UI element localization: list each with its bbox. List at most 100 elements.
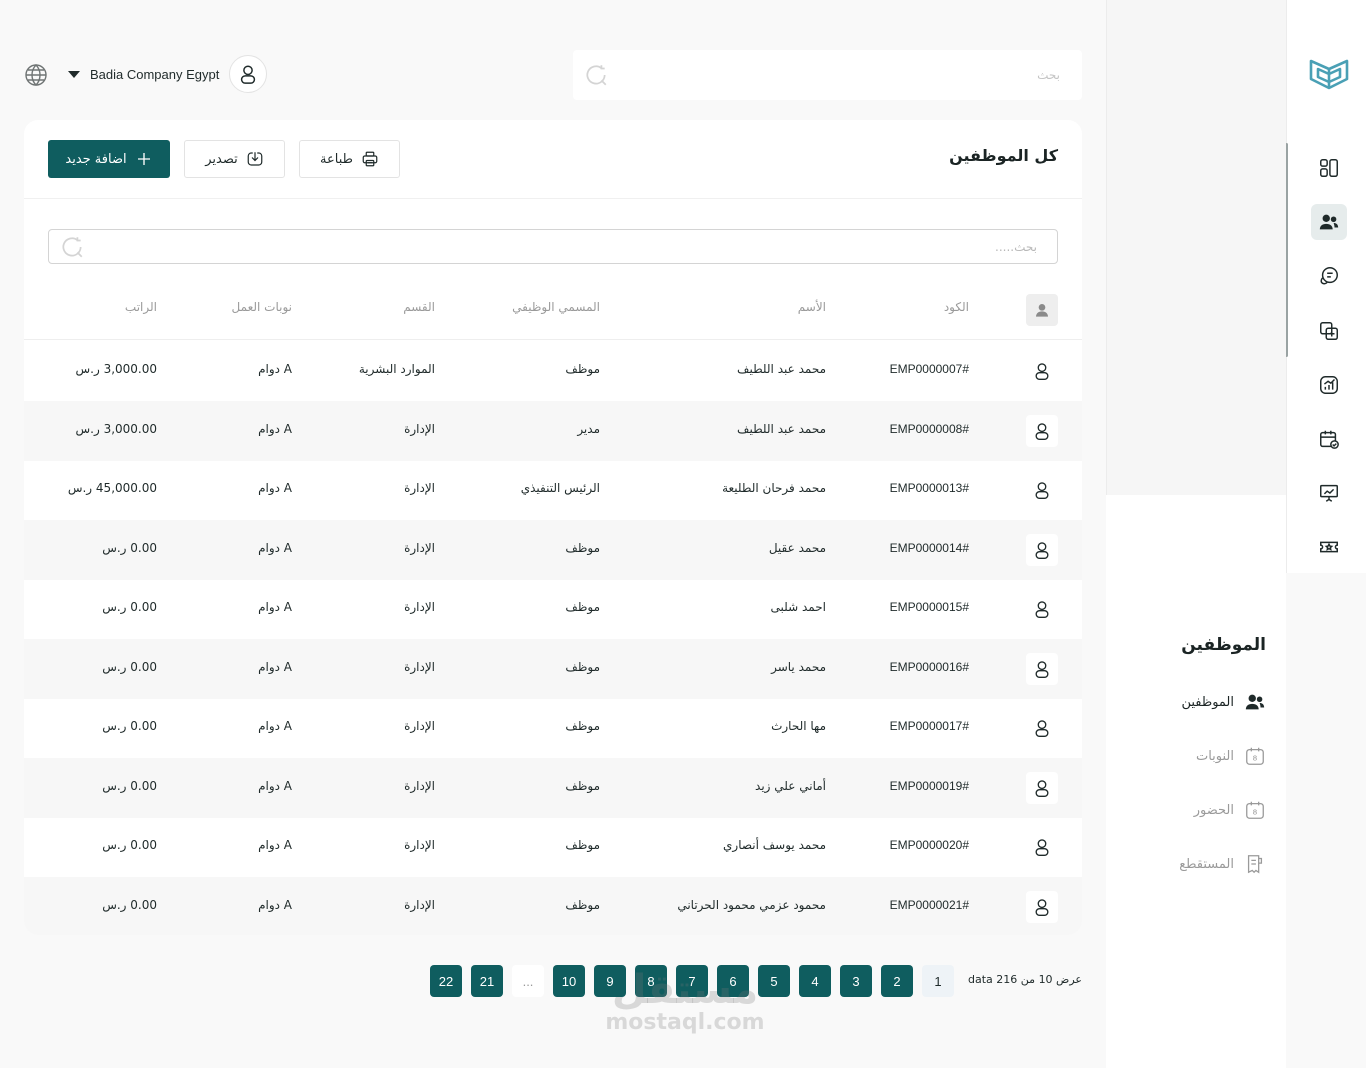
cell-shift: دوام A [258, 540, 292, 555]
subnav-title: الموظفين [1181, 635, 1266, 655]
cell-code: EMP0000020# [889, 838, 969, 852]
cell-shift: دوام A [258, 600, 292, 614]
cell-code: EMP0000015# [889, 600, 969, 614]
cell-name: محمد ياسر [771, 659, 826, 674]
subnav-item-deductions[interactable]: المستقطع [1179, 853, 1266, 875]
rail-dashboard-icon[interactable] [1311, 150, 1347, 186]
column-salary[interactable]: الراتب [125, 300, 157, 314]
table-row[interactable]: EMP0000016# محمد ياسر موظف الإدارة دوام A 0.0… [24, 638, 1082, 699]
rail-chart-icon[interactable] [1311, 367, 1347, 403]
cell-shift: دوام A [258, 362, 292, 376]
cell-salary: 45,000.00 ر.س [67, 481, 157, 495]
watermark: مستقل mostaql.com [600, 968, 770, 1034]
subnav-item-label: الحضور [1193, 802, 1234, 818]
cell-code: EMP0000021# [889, 897, 969, 912]
print-button[interactable]: طباعة [299, 140, 400, 178]
table-row[interactable]: EMP0000019# أماني علي زيد موظف الإدارة دوام … [24, 757, 1082, 818]
cell-department: الإدارة [404, 778, 435, 793]
cell-salary: 3,000.00 ر.س [75, 421, 157, 436]
table-row[interactable]: EMP0000008# محمد عبد اللطيف مدير الإدارة دوا… [24, 400, 1082, 461]
subnav-item-shifts[interactable]: النوبات 8 [1196, 745, 1266, 767]
cell-salary: 0.00 ر.س [102, 540, 157, 555]
employee-avatar [1026, 890, 1058, 923]
cell-name: احمد شلبى [770, 600, 826, 614]
cell-name: محمد عقيل [768, 540, 826, 555]
rail-chat-icon[interactable] [1311, 258, 1347, 294]
column-name[interactable]: الأسم [798, 300, 826, 314]
export-label: تصدير [205, 151, 238, 167]
rail-users-icon[interactable] [1311, 204, 1347, 240]
search-icon[interactable] [583, 62, 609, 88]
cell-department: الإدارة [404, 659, 435, 674]
cell-department: الإدارة [404, 897, 435, 912]
subnav-item-label: المستقطع [1179, 856, 1234, 872]
table-row[interactable]: EMP0000021# محمود عزمي محمود الحرتاني موظف… [24, 876, 1082, 935]
cell-salary: 0.00 ر.س [102, 659, 157, 674]
cell-job-title: موظف [565, 778, 600, 793]
table-row[interactable]: EMP0000015# احمد شلبى موظف الإدارة دوام A 0.0… [24, 579, 1082, 639]
page-ellipsis[interactable]: ... [512, 965, 544, 997]
export-button[interactable]: تصدير [184, 140, 285, 178]
cell-salary: 0.00 ر.س [102, 897, 157, 912]
add-new-button[interactable]: اضافة جديد [48, 140, 170, 178]
table-row[interactable]: EMP0000007# محمد عبد اللطيف موظف الموارد ال… [24, 341, 1082, 401]
table-search-input[interactable] [437, 239, 1037, 254]
avatar[interactable] [229, 55, 268, 93]
cell-shift: دوام A [258, 659, 292, 674]
rail-calendar-check-icon[interactable] [1311, 421, 1347, 457]
subnav-spacer [1106, 495, 1286, 573]
page-button[interactable]: 3 [840, 965, 872, 997]
cell-job-title: موظف [565, 540, 600, 555]
cell-salary: 0.00 ر.س [102, 778, 157, 793]
page-button-current[interactable]: 1 [922, 965, 954, 997]
employee-avatar [1026, 474, 1058, 506]
table-row[interactable]: EMP0000013# محمد فرحان الطليعة الرئيس التن… [24, 460, 1082, 520]
subnav-header-area [1106, 0, 1286, 495]
cell-salary: 0.00 ر.س [102, 838, 157, 852]
user-menu[interactable]: Badia Company Egypt [68, 55, 268, 93]
rail-ticket-star-icon[interactable] [1311, 529, 1347, 565]
user-icon [1035, 898, 1049, 916]
user-icon [1035, 660, 1049, 678]
column-code[interactable]: الكود [944, 300, 969, 314]
cell-shift: دوام A [258, 481, 292, 495]
pagination-info: عرض 10 من 216 data [968, 973, 1082, 986]
page-button[interactable]: 4 [799, 965, 831, 997]
cell-department: الإدارة [404, 540, 435, 555]
column-department[interactable]: القسم [403, 300, 435, 314]
table-row[interactable]: EMP0000014# محمد عقيل موظف الإدارة دوام A 0.0… [24, 519, 1082, 580]
table-row[interactable]: EMP0000017# مها الحارث موظف الإدارة دوام A 0.… [24, 698, 1082, 758]
column-shift[interactable]: نوبات العمل [232, 300, 292, 314]
subnav-item-employees[interactable]: الموظفين [1181, 691, 1266, 713]
cell-salary: 3,000.00 ر.س [75, 362, 157, 376]
rail-copy-add-icon[interactable] [1311, 313, 1347, 349]
global-search-input[interactable] [680, 68, 1060, 82]
cell-name: محمد عبد اللطيف [737, 421, 826, 436]
subnav-panel: الموظفين الموظفين النوبات 8 الحضور 8 الم… [1106, 573, 1286, 1068]
cell-job-title: موظف [565, 362, 600, 376]
cell-shift: دوام A [258, 778, 292, 793]
page-button[interactable]: 22 [430, 965, 462, 997]
cell-department: الإدارة [404, 719, 435, 733]
rail-presentation-icon[interactable] [1311, 475, 1347, 511]
cell-shift: دوام A [258, 421, 292, 436]
page-button[interactable]: 21 [471, 965, 503, 997]
table-row[interactable]: EMP0000020# محمد يوسف أنصاري موظف الإدارة دو… [24, 817, 1082, 877]
subnav-item-attendance[interactable]: الحضور 8 [1194, 799, 1266, 821]
globe-icon[interactable] [24, 63, 48, 87]
cell-name: محمد عبد اللطيف [737, 362, 826, 376]
cell-shift: دوام A [258, 897, 292, 912]
employee-avatar [1026, 771, 1058, 804]
subnav-item-label: الموظفين [1181, 694, 1234, 710]
page-button[interactable]: 10 [553, 965, 585, 997]
cell-job-title: الرئيس التنفيذي [520, 481, 600, 495]
table-search [48, 229, 1058, 264]
header-avatar-icon [1026, 294, 1058, 326]
column-job-title[interactable]: المسمي الوظيفي [512, 300, 600, 314]
app-logo-icon [1309, 59, 1349, 90]
page-button[interactable]: 2 [881, 965, 913, 997]
search-icon[interactable] [59, 234, 85, 260]
cell-department: الإدارة [404, 481, 435, 495]
cell-salary: 0.00 ر.س [102, 600, 157, 614]
user-icon [1035, 720, 1049, 737]
